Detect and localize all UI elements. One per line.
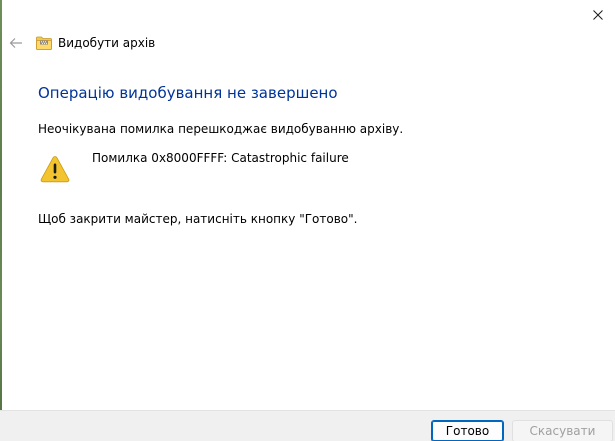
close-icon	[593, 10, 603, 20]
warning-icon	[40, 156, 70, 183]
extract-wizard-window: Видобути архів Операцію видобування не з…	[0, 0, 615, 441]
close-button[interactable]	[581, 0, 615, 30]
error-description: Неочікувана помилка перешкоджає видобува…	[38, 122, 404, 136]
page-heading: Операцію видобування не завершено	[38, 84, 338, 102]
wizard-footer: Готово Скасувати	[0, 410, 615, 441]
wizard-title: Видобути архів	[58, 36, 156, 50]
zip-folder-icon	[36, 36, 52, 50]
cancel-button: Скасувати	[512, 420, 613, 441]
back-button[interactable]	[8, 35, 24, 51]
error-message: Помилка 0x8000FFFF: Catastrophic failure	[92, 151, 349, 165]
wizard-header: Видобути архів	[8, 32, 155, 54]
back-arrow-icon	[9, 38, 22, 48]
finish-button[interactable]: Готово	[431, 420, 504, 441]
background-edge	[0, 0, 2, 441]
close-instruction: Щоб закрити майстер, натисніть кнопку "Г…	[38, 212, 358, 226]
